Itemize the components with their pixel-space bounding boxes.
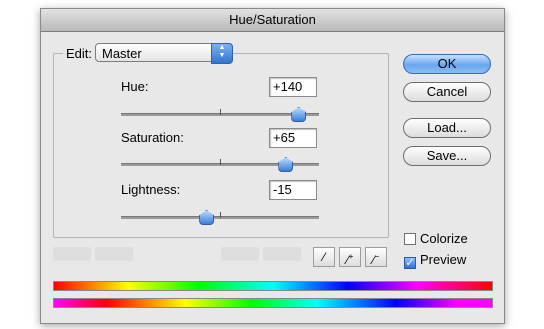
input-spectrum-bar [53,281,493,291]
colorize-checkbox[interactable] [404,233,416,245]
hue-input[interactable]: +140 [269,77,317,97]
ok-button[interactable]: OK [403,54,491,74]
saturation-slider[interactable] [121,157,319,172]
save-button[interactable]: Save... [403,146,491,166]
load-button[interactable]: Load... [403,118,491,138]
lightness-slider-center-tick [220,212,221,218]
select-arrows-icon: ▲ ▼ [211,43,233,64]
lightness-input[interactable]: -15 [269,180,317,200]
preview-checkbox[interactable]: ✓ [404,257,416,269]
eyedropper-minus-icon[interactable]: ⁄− [365,247,387,267]
hue-saturation-dialog: Hue/Saturation Edit: Master ▲ ▼ Hue: +140… [40,8,505,324]
lightness-label: Lightness: [121,182,181,197]
colorize-option[interactable]: Colorize [404,231,468,246]
hue-slider[interactable] [121,107,319,122]
lightness-slider-thumb[interactable] [199,210,215,225]
saturation-label: Saturation: [121,130,184,145]
saturation-slider-center-tick [220,159,221,165]
disabled-range-field-4 [263,247,301,261]
eyedropper-icon[interactable]: ⁄ [313,247,335,267]
edit-label: Edit: [63,46,96,61]
disabled-range-field-1 [53,247,91,261]
hue-label: Hue: [121,79,149,94]
hue-slider-center-tick [220,109,221,115]
eyedropper-plus-icon[interactable]: ⁄+ [339,247,361,267]
saturation-input[interactable]: +65 [269,128,317,148]
hue-slider-thumb[interactable] [291,107,307,122]
cancel-button[interactable]: Cancel [403,82,491,102]
disabled-range-field-3 [221,247,259,261]
edit-channel-value: Master [102,46,142,61]
disabled-range-field-2 [95,247,133,261]
lightness-slider[interactable] [121,210,319,225]
output-spectrum-bar [53,298,493,308]
edit-channel-select[interactable]: Master ▲ ▼ [95,43,233,64]
colorize-label: Colorize [420,231,468,246]
saturation-slider-thumb[interactable] [278,157,294,172]
preview-option[interactable]: ✓ Preview [404,252,466,269]
dialog-title: Hue/Saturation [41,9,504,32]
preview-label: Preview [420,252,467,267]
